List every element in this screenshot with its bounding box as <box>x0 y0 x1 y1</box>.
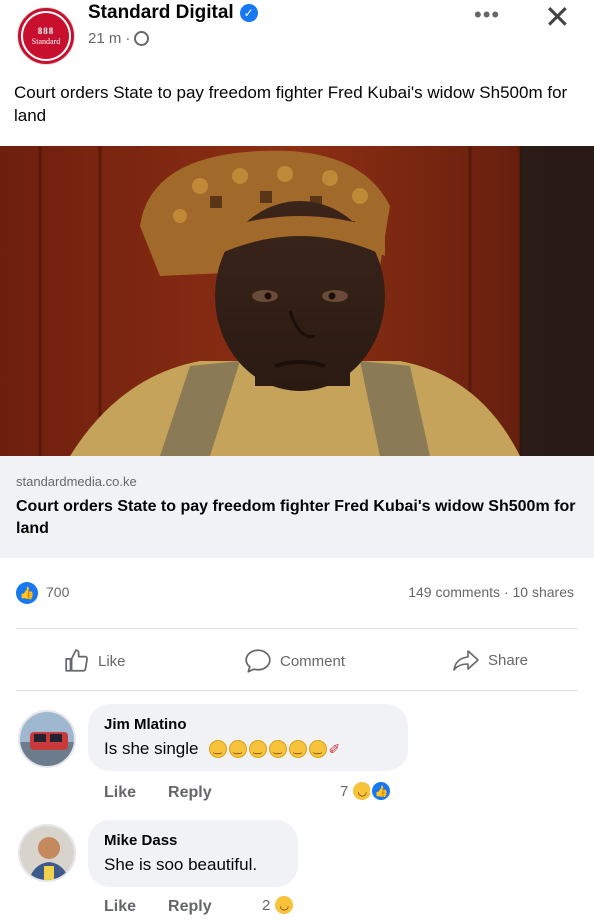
reaction-count: 7 <box>340 782 349 800</box>
like-button[interactable]: Like <box>64 648 126 674</box>
share-button[interactable]: Share <box>452 648 528 672</box>
comment-button[interactable]: Comment <box>244 648 345 674</box>
stats-separator: · <box>503 584 509 600</box>
commenter-name[interactable]: Mike Dass <box>104 832 282 849</box>
comment-actions: Like Reply <box>104 898 212 916</box>
comments-shares: 149 comments · 10 shares <box>408 584 574 600</box>
comment-text-content: Is she single <box>104 739 199 758</box>
shares-count[interactable]: 10 shares <box>513 584 574 600</box>
page-name[interactable]: Standard Digital ✓ <box>88 2 258 24</box>
link-preview[interactable]: standardmedia.co.ke Court orders State t… <box>0 456 594 558</box>
comment-reactions[interactable]: 2 ◡ <box>262 894 296 916</box>
divider <box>16 690 578 691</box>
avatar-image <box>20 826 74 880</box>
share-button-label: Share <box>488 651 529 669</box>
link-title[interactable]: Court orders State to pay freedom fighte… <box>16 496 576 541</box>
emoji-icon: ‿ <box>308 740 327 758</box>
post-photo[interactable] <box>0 146 594 456</box>
verified-badge-icon: ✓ <box>239 4 258 22</box>
close-icon[interactable]: ✕ <box>544 0 571 36</box>
reaction-count: 2 <box>262 896 271 914</box>
avatar[interactable] <box>18 710 76 768</box>
post-stats: 👍 700 149 comments · 10 shares <box>0 578 594 608</box>
comment-text: She is soo beautiful. <box>104 855 258 874</box>
post-meta: 21 m · <box>88 30 150 47</box>
comment-bubble[interactable]: Jim Mlatino Is she single ‿ ‿ ‿ ‿ ‿ ‿ ✐ <box>88 704 408 771</box>
globe-icon <box>134 31 150 46</box>
pen-emoji-icon: ✐ <box>328 740 341 757</box>
emoji-icon: ‿ <box>268 740 287 758</box>
share-arrow-icon <box>453 650 479 671</box>
haha-reaction-icon: ◡ <box>273 894 296 916</box>
comment-text: Is she single ‿ ‿ ‿ ‿ ‿ ‿ ✐ <box>104 739 392 759</box>
emoji-icon: ‿ <box>248 740 267 758</box>
avatar[interactable] <box>18 824 76 882</box>
link-domain: standardmedia.co.ke <box>16 474 137 489</box>
page-name-text[interactable]: Standard Digital <box>88 2 234 24</box>
comment-like-link[interactable]: Like <box>104 898 136 916</box>
standard-logo: 888 Standard <box>23 13 69 59</box>
emoji-icon: ‿ <box>288 740 307 758</box>
more-options-icon[interactable]: ••• <box>474 2 500 28</box>
comment-button-label: Comment <box>280 652 346 670</box>
post-header: 888 Standard Standard Digital ✓ 21 m · •… <box>0 0 594 75</box>
post-time[interactable]: 21 m <box>88 30 121 47</box>
logo-text: Standard <box>31 36 61 46</box>
commenter-name[interactable]: Jim Mlatino <box>104 716 392 733</box>
page-avatar[interactable]: 888 Standard <box>18 8 74 64</box>
logo-mark: 888 <box>37 25 55 36</box>
comment-actions: Like Reply <box>104 784 212 802</box>
comments-count[interactable]: 149 comments <box>408 584 500 600</box>
post-text: Court orders State to pay freedom fighte… <box>14 83 568 125</box>
comment-reactions[interactable]: 7 ◡ 👍 <box>340 780 393 802</box>
like-reaction-icon[interactable]: 👍 <box>16 582 38 604</box>
avatar-image <box>20 712 74 766</box>
thumbs-up-icon <box>65 649 88 672</box>
meta-separator: · <box>125 30 131 47</box>
emoji-icon: ‿ <box>228 740 247 758</box>
photo-illustration <box>0 146 594 456</box>
smile-emoji-icon: ‿ <box>208 740 227 758</box>
comment-bubble-icon <box>245 649 271 673</box>
divider <box>16 628 578 629</box>
comment-reply-link[interactable]: Reply <box>168 898 212 916</box>
comment-reply-link[interactable]: Reply <box>168 784 212 802</box>
like-reaction-icon: 👍 <box>370 780 393 802</box>
comment-bubble[interactable]: Mike Dass She is soo beautiful. <box>88 820 298 887</box>
like-button-label: Like <box>98 652 126 670</box>
comment-like-link[interactable]: Like <box>104 784 136 802</box>
reaction-count[interactable]: 700 <box>46 584 69 600</box>
action-bar: Like Comment Share <box>0 640 594 684</box>
